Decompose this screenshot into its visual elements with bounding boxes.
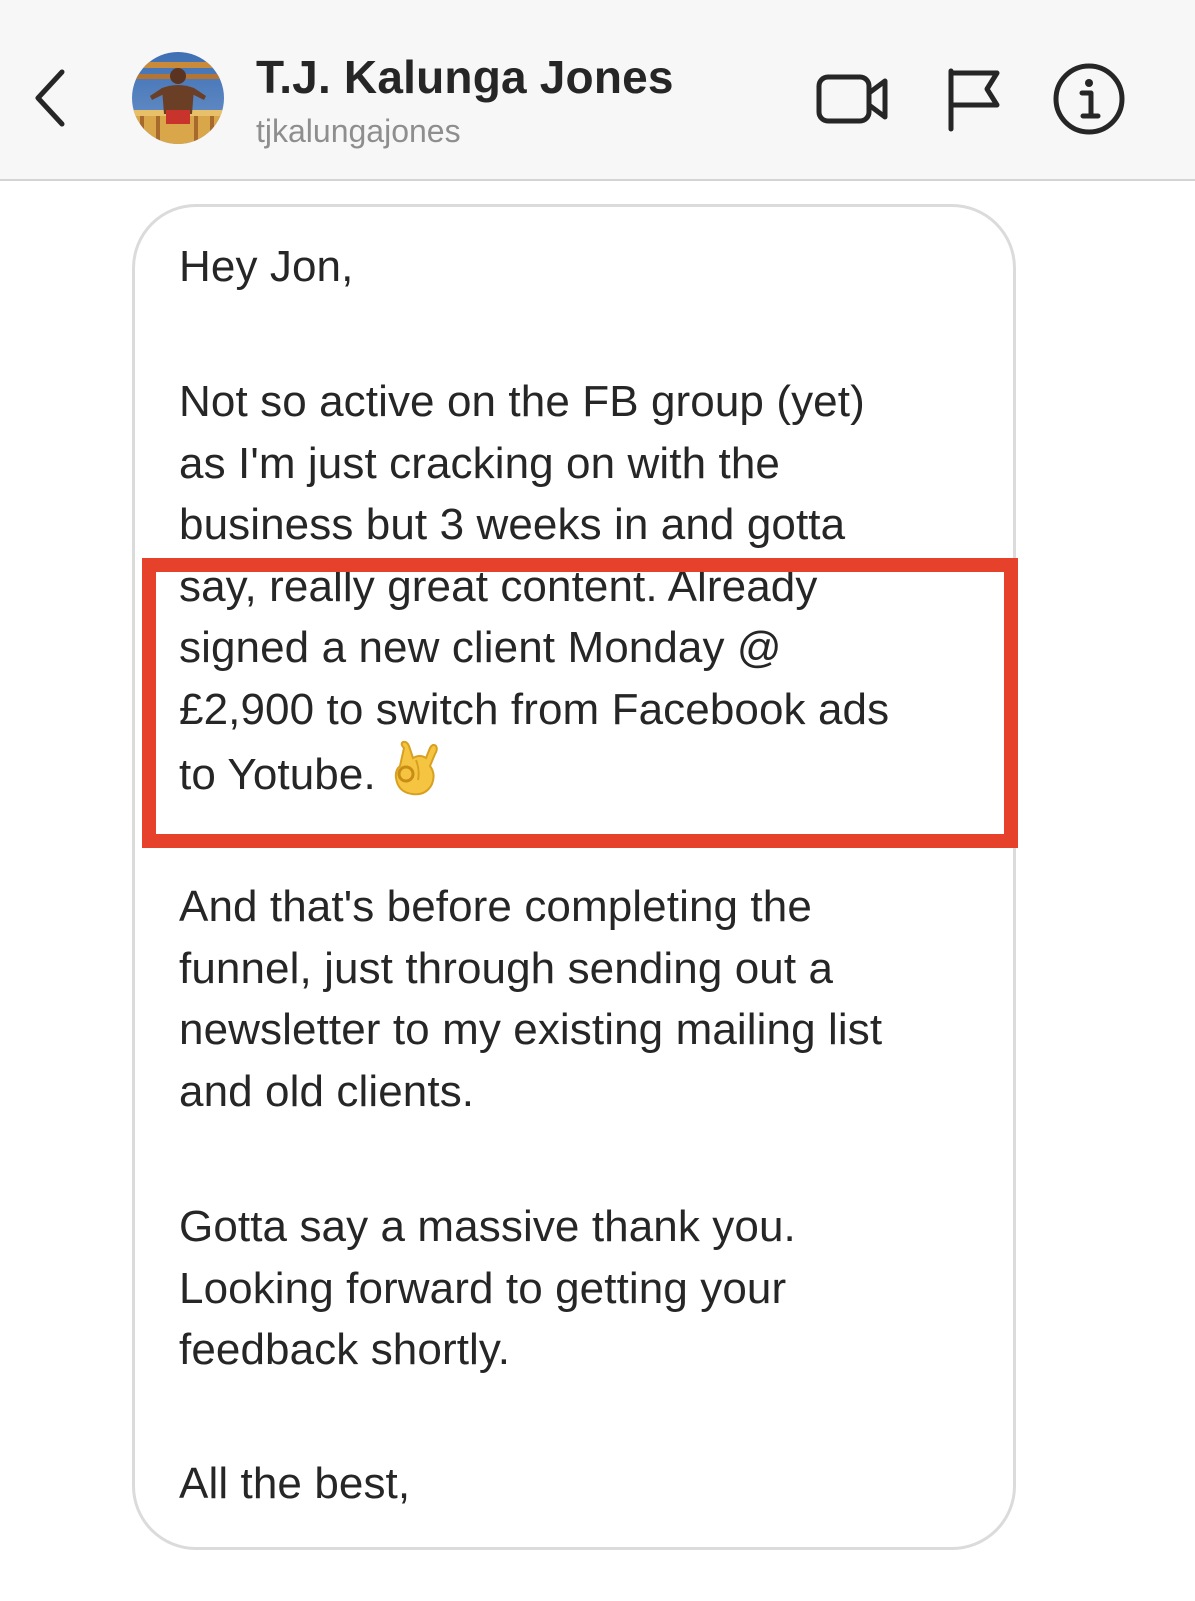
info-icon bbox=[1053, 63, 1125, 135]
avatar[interactable] bbox=[132, 52, 224, 144]
contact-handle[interactable]: tjkalungajones bbox=[256, 113, 461, 150]
message-paragraph: Gotta say a massive thank you. Looking f… bbox=[179, 1202, 796, 1374]
video-camera-icon bbox=[816, 74, 888, 124]
info-button[interactable] bbox=[1050, 60, 1128, 138]
report-button[interactable] bbox=[934, 60, 1012, 138]
chat-header: T.J. Kalunga Jones tjkalungajones bbox=[0, 0, 1195, 181]
message-paragraph: Not so active on the FB group (yet) as I… bbox=[179, 371, 889, 802]
ok-hand-emoji bbox=[390, 740, 440, 815]
message-greeting: Hey Jon, bbox=[179, 242, 354, 291]
contact-name[interactable]: T.J. Kalunga Jones bbox=[256, 50, 674, 104]
back-button[interactable] bbox=[22, 62, 78, 134]
video-call-button[interactable] bbox=[814, 60, 892, 138]
flag-icon bbox=[948, 68, 1000, 132]
message-signoff: All the best, bbox=[179, 1459, 411, 1508]
message-paragraph: And that's before completing the funnel,… bbox=[179, 882, 883, 1116]
chevron-left-icon bbox=[35, 69, 65, 127]
